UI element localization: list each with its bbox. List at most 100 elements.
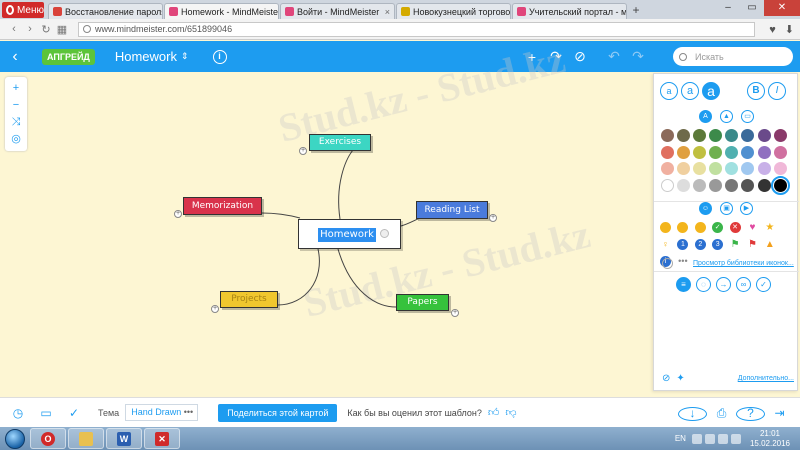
color-swatch[interactable] — [677, 162, 691, 175]
heart-icon[interactable]: ♥ — [747, 222, 758, 233]
green-flag-icon[interactable]: ⚑ — [730, 239, 741, 250]
close-icon[interactable]: × — [510, 7, 511, 17]
icon-library-link[interactable]: Просмотр библиотеки иконок... — [693, 260, 794, 267]
download-map-icon[interactable]: ↓ — [678, 406, 707, 421]
color-swatch[interactable] — [709, 129, 723, 142]
color-swatch[interactable] — [773, 145, 787, 159]
color-swatch[interactable] — [677, 178, 691, 192]
more-dots-icon[interactable]: ••• — [184, 405, 193, 420]
tab-teacher-portal[interactable]: Учительский портал - ма × — [512, 3, 627, 19]
color-swatch[interactable] — [661, 162, 674, 175]
center-map-icon[interactable]: ◎ — [11, 131, 21, 148]
color-swatch[interactable] — [757, 178, 771, 192]
font-size-small[interactable]: a — [660, 82, 678, 100]
color-swatch[interactable] — [693, 162, 707, 175]
emoji-tab-icon[interactable]: ☺ — [699, 202, 712, 215]
close-window-button[interactable]: ✕ — [764, 0, 800, 16]
font-size-large[interactable]: a — [702, 82, 720, 100]
zoom-in-icon[interactable]: + — [13, 80, 19, 97]
font-size-medium[interactable]: a — [681, 82, 699, 100]
theme-select[interactable]: Hand Drawn ••• — [125, 404, 199, 421]
no-icon-icon[interactable] — [662, 258, 673, 269]
thumbs-down-icon[interactable]: 👎︎ — [505, 406, 516, 419]
color-swatch[interactable] — [757, 129, 771, 142]
node-central[interactable]: Homework — [298, 219, 401, 249]
color-swatch[interactable] — [725, 178, 739, 192]
map-title[interactable]: Homework — [115, 49, 177, 64]
back-nav-icon[interactable]: ‹ — [6, 23, 22, 35]
download-icon[interactable]: ⬇ — [785, 24, 794, 36]
check-icon[interactable]: ✓ — [712, 222, 724, 233]
add-child-icon[interactable]: + — [451, 309, 459, 317]
comment-bubble-icon[interactable] — [380, 229, 389, 238]
color-swatch[interactable] — [709, 145, 723, 159]
task-icon[interactable]: ✓ — [756, 277, 771, 292]
maximize-button[interactable]: ▭ — [740, 0, 764, 16]
bold-button[interactable]: B — [747, 82, 765, 100]
tab-password-recovery[interactable]: Восстановление пароля × — [48, 3, 163, 19]
zoom-out-icon[interactable]: − — [13, 97, 19, 114]
history-icon[interactable]: ◷ — [4, 406, 32, 420]
add-child-icon[interactable]: + — [299, 147, 307, 155]
color-swatch[interactable] — [770, 175, 790, 195]
neutral-face-icon[interactable] — [677, 222, 689, 233]
color-swatch[interactable] — [661, 178, 674, 192]
color-swatch[interactable] — [693, 145, 707, 159]
color-swatch[interactable] — [773, 162, 787, 175]
central-node-label[interactable]: Homework — [318, 228, 376, 242]
node-projects[interactable]: Projects — [220, 291, 278, 308]
reload-icon[interactable]: ↻ — [38, 23, 54, 36]
close-icon[interactable]: × — [383, 7, 390, 17]
help-icon[interactable]: ? — [736, 406, 765, 421]
heart-icon[interactable]: ♥ — [769, 24, 776, 36]
color-swatch[interactable] — [725, 129, 739, 142]
search-input[interactable]: Искать — [673, 47, 793, 66]
tab-homework-mindmeister[interactable]: Homework - MindMeister × — [164, 3, 279, 19]
node-reading-list[interactable]: Reading List — [416, 201, 488, 219]
minimize-button[interactable]: – — [716, 0, 740, 16]
color-swatch[interactable] — [741, 162, 755, 175]
color-swatch[interactable] — [741, 129, 755, 142]
more-options-link[interactable]: Дополнительно... — [738, 375, 794, 382]
add-child-icon[interactable]: + — [174, 210, 182, 218]
border-color-mode-icon[interactable]: ▭ — [741, 110, 754, 123]
color-swatch[interactable] — [741, 145, 755, 159]
link-icon[interactable]: ∞ — [736, 277, 751, 292]
language-indicator[interactable]: EN — [675, 434, 686, 443]
add-child-icon[interactable]: + — [489, 214, 497, 222]
color-swatch[interactable] — [709, 162, 723, 175]
color-swatch[interactable] — [661, 145, 674, 159]
presentation-icon[interactable]: ▭ — [32, 406, 60, 420]
volume-icon[interactable] — [730, 433, 741, 444]
taskbar-opera[interactable]: O — [30, 428, 66, 449]
color-swatch[interactable] — [773, 129, 787, 142]
color-swatch[interactable] — [677, 145, 691, 159]
undo-icon[interactable]: ↶ — [602, 48, 626, 65]
video-tab-icon[interactable]: ▶ — [740, 202, 753, 215]
node-exercises[interactable]: Exercises — [309, 134, 371, 151]
priority-2-icon[interactable]: 2 — [694, 239, 706, 250]
sad-face-icon[interactable] — [694, 222, 706, 233]
tab-login-mindmeister[interactable]: Войти - MindMeister × — [280, 3, 395, 19]
color-swatch[interactable] — [677, 129, 691, 142]
color-swatch[interactable] — [757, 145, 771, 159]
taskbar-explorer[interactable] — [68, 428, 104, 449]
add-child-icon[interactable]: + — [211, 305, 219, 313]
url-field[interactable]: www.mindmeister.com/651899046 — [78, 21, 756, 37]
redo-icon[interactable]: ↷ — [626, 48, 650, 65]
network-icon[interactable] — [717, 433, 728, 444]
text-color-mode-icon[interactable]: A — [699, 110, 712, 123]
start-button[interactable] — [0, 428, 30, 450]
color-swatch[interactable] — [693, 129, 707, 142]
italic-button[interactable]: I — [768, 82, 786, 100]
print-icon[interactable]: ⎙ — [707, 406, 736, 421]
cross-icon[interactable]: ✕ — [729, 222, 741, 233]
star-icon[interactable]: ★ — [764, 222, 775, 233]
info-icon[interactable]: i — [212, 49, 227, 64]
magic-wand-icon[interactable]: ✦ — [676, 373, 684, 384]
forward-nav-icon[interactable]: › — [22, 23, 38, 35]
color-swatch[interactable] — [709, 178, 723, 192]
smile-icon[interactable] — [660, 222, 671, 233]
fill-color-mode-icon[interactable]: ▲ — [720, 110, 733, 123]
node-papers[interactable]: Papers — [396, 294, 449, 311]
